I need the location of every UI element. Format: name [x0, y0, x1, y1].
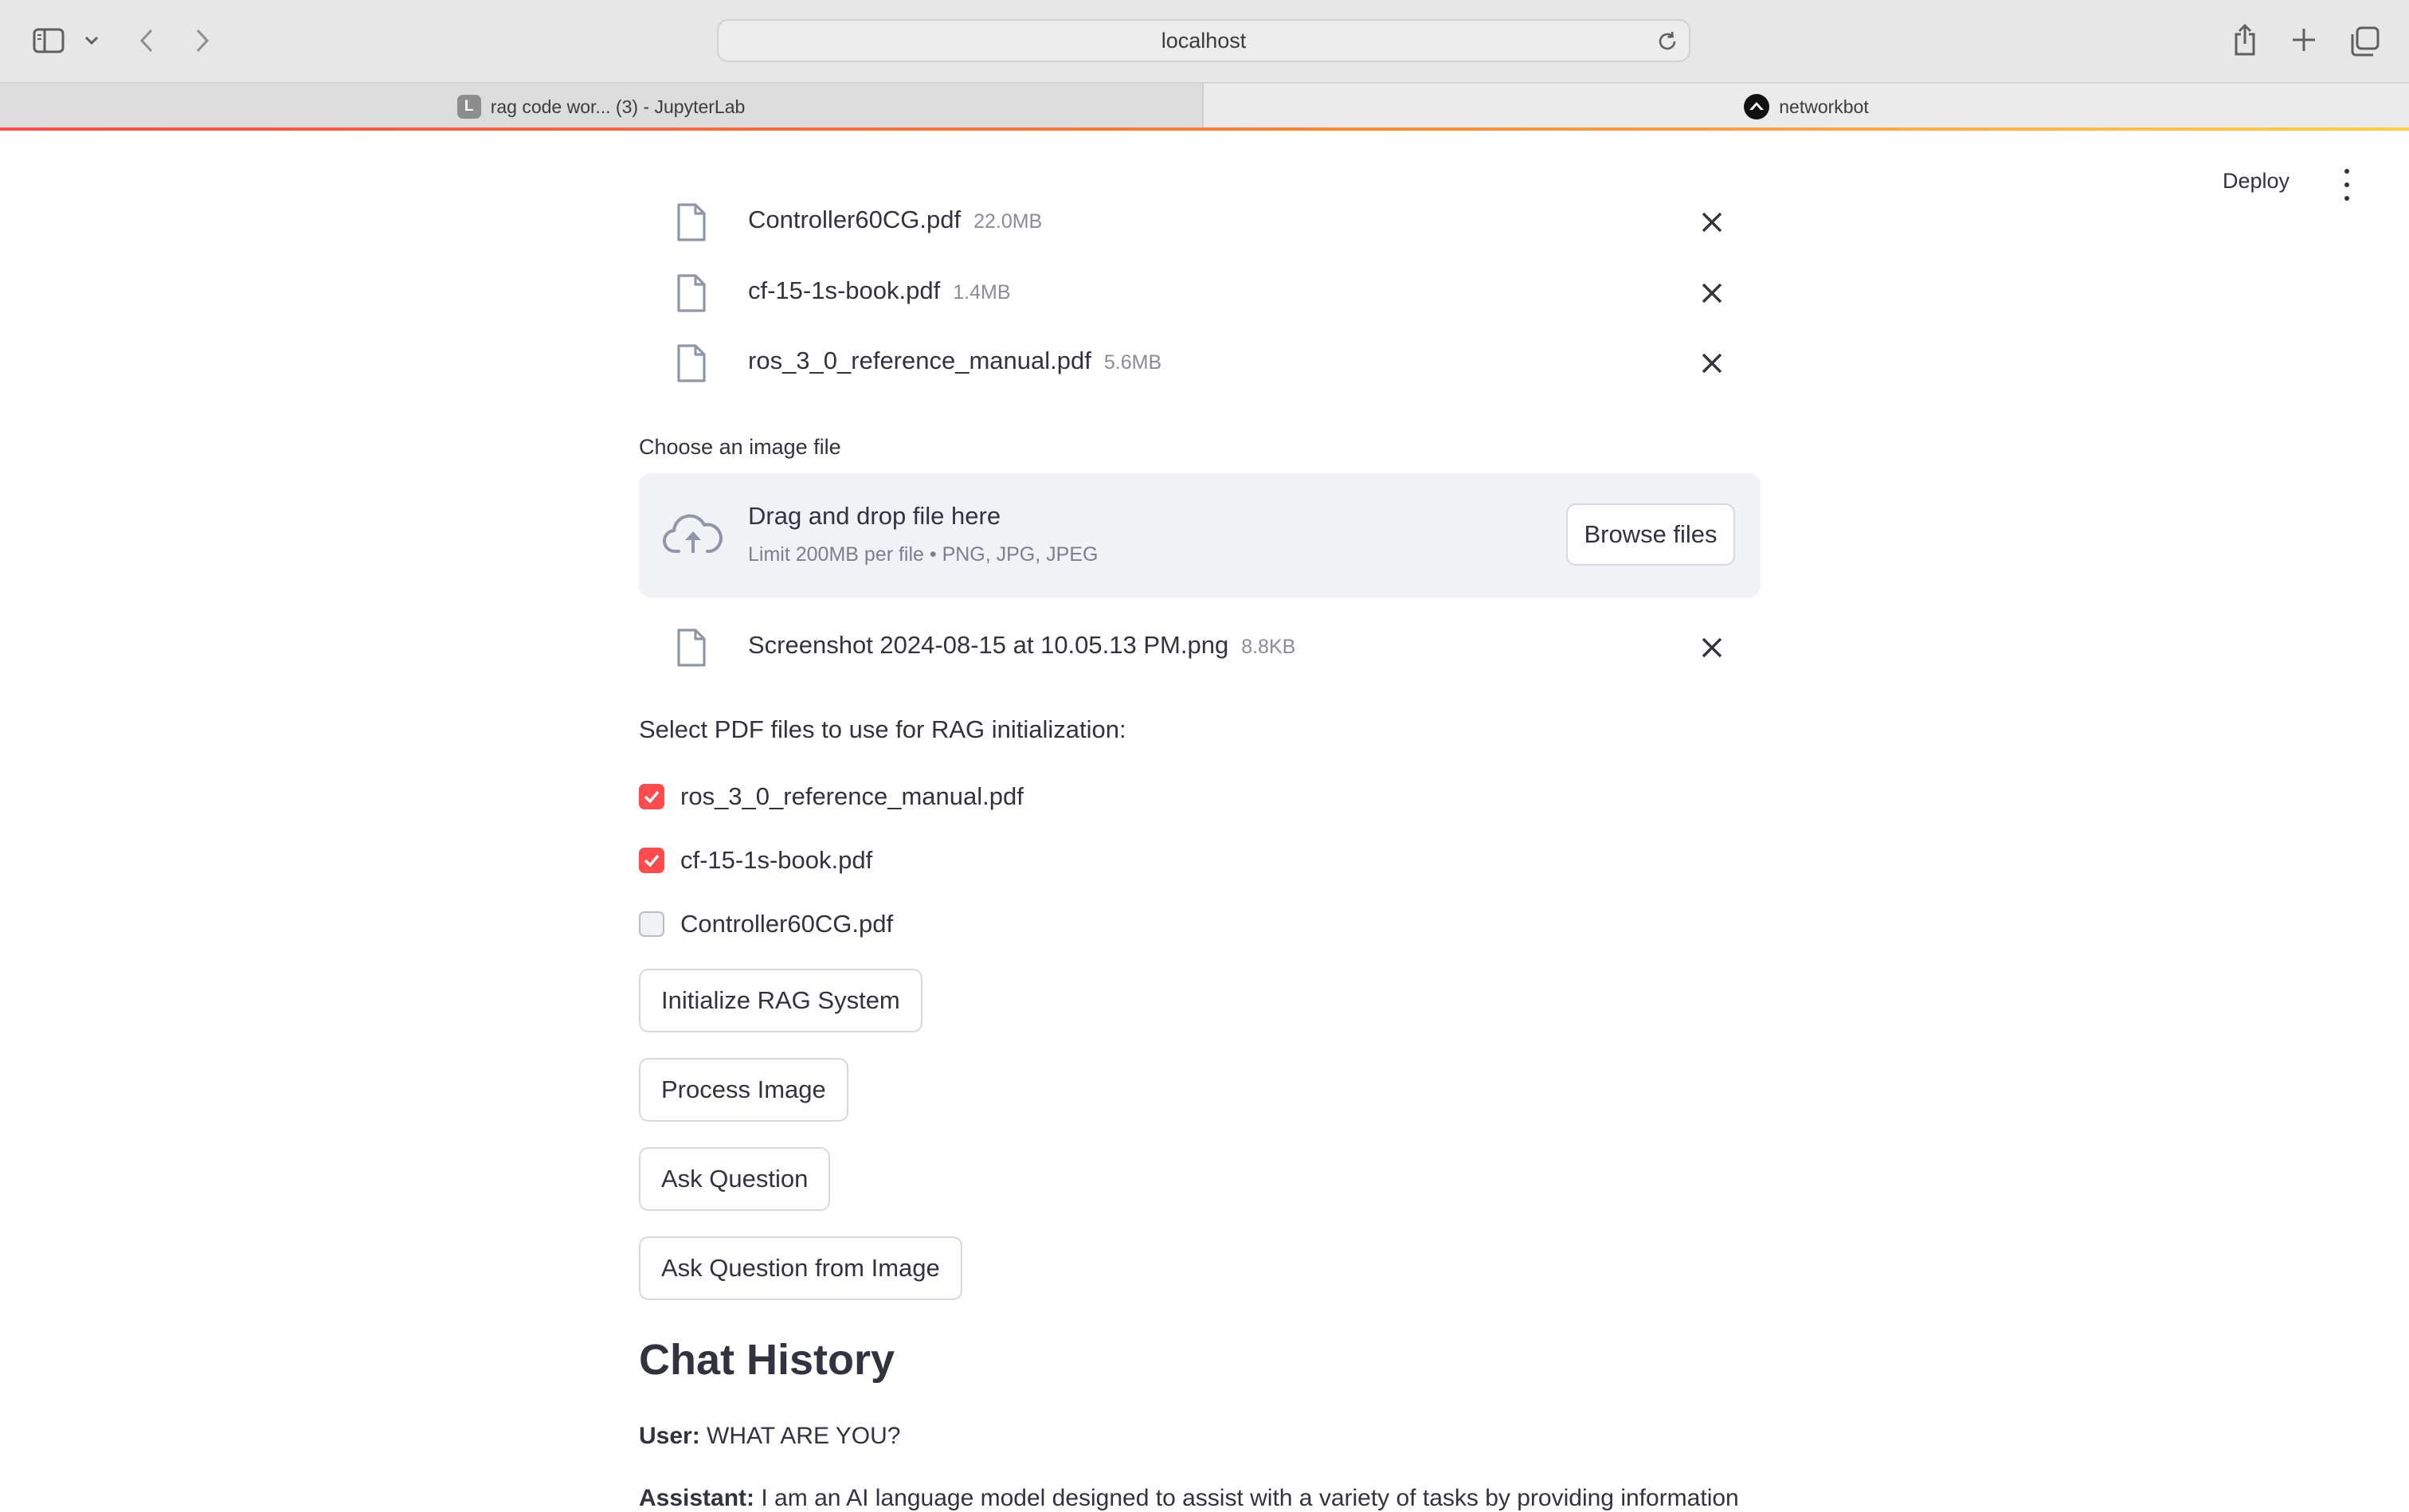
tab-networkbot[interactable]: networkbot — [1204, 84, 2409, 130]
checkbox-label: cf-15-1s-book.pdf — [680, 846, 873, 874]
image-uploader-label: Choose an image file — [639, 435, 841, 459]
file-icon — [676, 343, 707, 387]
sidebar-icon[interactable] — [32, 27, 65, 54]
file-icon — [676, 628, 707, 672]
chevron-down-icon[interactable] — [83, 32, 100, 49]
close-icon[interactable] — [1700, 351, 1724, 375]
ask-question-from-image-button[interactable]: Ask Question from Image — [639, 1236, 962, 1300]
close-icon[interactable] — [1700, 210, 1724, 234]
jupyterlab-favicon-icon: L — [456, 95, 481, 119]
chat-message-user: User: WHAT ARE YOU? — [639, 1423, 900, 1450]
tab-overview-icon[interactable] — [2348, 25, 2380, 57]
pdf-checkbox[interactable]: ros_3_0_reference_manual.pdf — [639, 781, 1024, 813]
uploaded-file-row: cf-15-1s-book.pdf 1.4MB — [639, 260, 1761, 324]
new-tab-icon[interactable] — [2290, 25, 2318, 54]
initialize-rag-button[interactable]: Initialize RAG System — [639, 969, 922, 1032]
address-bar[interactable]: localhost — [717, 19, 1690, 62]
checkbox-checked-icon[interactable] — [639, 848, 664, 873]
file-name: Controller60CG.pdf — [748, 206, 962, 233]
file-size: 1.4MB — [953, 281, 1011, 304]
close-icon[interactable] — [1700, 636, 1724, 660]
file-name: cf-15-1s-book.pdf — [748, 276, 941, 304]
message-role: Assistant: — [639, 1485, 755, 1511]
tab-bar: L rag code wor... (3) - JupyterLab netwo… — [0, 82, 2409, 130]
dropzone-hint: Limit 200MB per file • PNG, JPG, JPEG — [748, 543, 1099, 566]
reload-icon[interactable] — [1655, 29, 1679, 57]
image-dropzone[interactable]: Drag and drop file here Limit 200MB per … — [639, 473, 1761, 597]
message-text: WHAT ARE YOU? — [707, 1423, 901, 1449]
ask-question-button[interactable]: Ask Question — [639, 1147, 831, 1211]
checkbox-checked-icon[interactable] — [639, 784, 664, 809]
page-decoration-bar — [0, 127, 2409, 131]
uploaded-file-row: Controller60CG.pdf 22.0MB — [639, 190, 1761, 253]
process-image-button[interactable]: Process Image — [639, 1058, 848, 1122]
url-text: localhost — [1161, 28, 1247, 53]
cloud-upload-icon — [663, 511, 723, 560]
checkbox-label: ros_3_0_reference_manual.pdf — [680, 782, 1024, 810]
tab-jupyterlab[interactable]: L rag code wor... (3) - JupyterLab — [0, 84, 1204, 130]
forward-icon[interactable] — [191, 25, 213, 56]
file-icon — [676, 273, 707, 317]
message-role: User: — [639, 1423, 700, 1449]
pdf-select-label: Select PDF files to use for RAG initiali… — [639, 715, 1126, 743]
back-icon[interactable] — [135, 25, 158, 56]
uploaded-image-row: Screenshot 2024-08-15 at 10.05.13 PM.png… — [639, 615, 1761, 679]
message-text: I am an AI language model designed to as… — [761, 1485, 1739, 1511]
file-size: 5.6MB — [1103, 351, 1162, 374]
file-size: 8.8KB — [1241, 636, 1296, 658]
checkbox-label: Controller60CG.pdf — [680, 910, 894, 938]
streamlit-favicon-icon — [1744, 94, 1770, 119]
main-menu-icon[interactable] — [2337, 169, 2356, 201]
tab-title: networkbot — [1779, 96, 1869, 117]
uploaded-file-row: ros_3_0_reference_manual.pdf 5.6MB — [639, 331, 1761, 394]
file-size: 22.0MB — [973, 210, 1043, 233]
browse-files-button[interactable]: Browse files — [1566, 503, 1735, 566]
file-name: Screenshot 2024-08-15 at 10.05.13 PM.png — [748, 631, 1229, 659]
chat-history-heading: Chat History — [639, 1336, 895, 1384]
browser-toolbar: localhost — [0, 0, 2409, 82]
chat-message-assistant: Assistant: I am an AI language model des… — [639, 1485, 1739, 1512]
deploy-button[interactable]: Deploy — [2223, 169, 2290, 194]
tab-title: rag code wor... (3) - JupyterLab — [490, 96, 746, 117]
dropzone-title: Drag and drop file here — [748, 502, 1001, 530]
file-icon — [676, 202, 707, 246]
pdf-checkbox[interactable]: cf-15-1s-book.pdf — [639, 844, 872, 876]
close-icon[interactable] — [1700, 281, 1724, 305]
checkbox-unchecked-icon[interactable] — [639, 911, 664, 937]
pdf-checkbox[interactable]: Controller60CG.pdf — [639, 908, 893, 940]
share-icon[interactable] — [2229, 22, 2261, 57]
file-name: ros_3_0_reference_manual.pdf — [748, 347, 1091, 374]
